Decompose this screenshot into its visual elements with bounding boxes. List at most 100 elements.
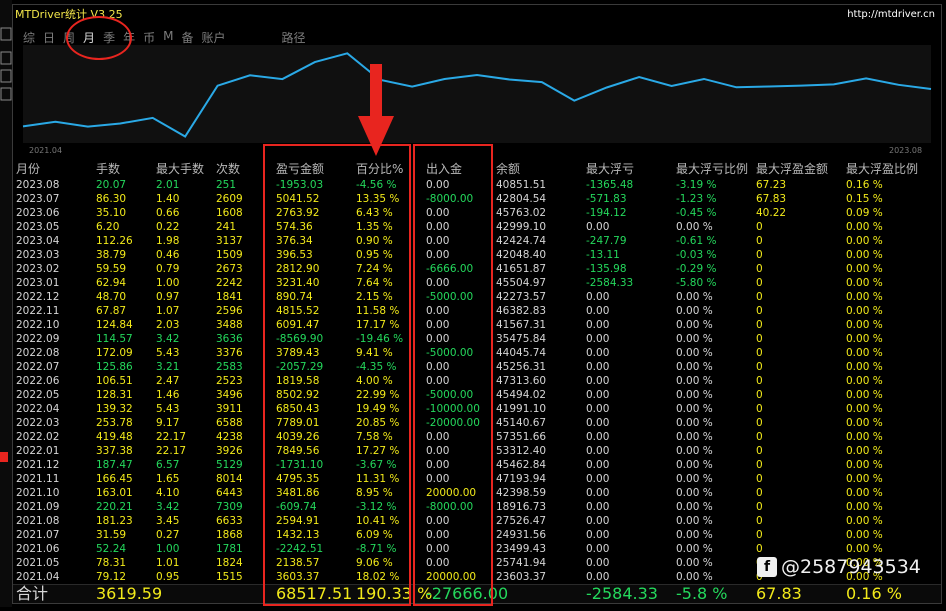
cell-0: 2022.07 (16, 361, 60, 373)
total-cell-10: 67.83 (756, 584, 802, 603)
cell-9: -0.45 % (676, 207, 717, 219)
cell-7: 42398.59 (496, 487, 547, 499)
cell-3: 2673 (216, 263, 243, 275)
cell-2: 1.01 (156, 557, 180, 569)
cell-3: 2583 (216, 361, 243, 373)
cell-9: 0.00 % (676, 571, 713, 583)
cell-10: 0 (756, 487, 763, 499)
cell-11: 0.00 % (846, 277, 883, 289)
cell-0: 2021.09 (16, 501, 60, 513)
cell-11: 0.00 % (846, 529, 883, 541)
cell-10: 0 (756, 501, 763, 513)
cell-0: 2022.03 (16, 417, 60, 429)
cell-1: 112.26 (96, 235, 133, 247)
cell-10: 0 (756, 263, 763, 275)
cell-1: 172.09 (96, 347, 133, 359)
header-col-0[interactable]: 月份 (16, 161, 40, 178)
cell-10: 0 (756, 305, 763, 317)
cell-2: 5.43 (156, 347, 180, 359)
cell-1: 79.12 (96, 571, 127, 583)
cell-8: 0.00 (586, 361, 610, 373)
cell-1: 62.94 (96, 277, 127, 289)
cell-3: 2609 (216, 193, 243, 205)
cell-9: 0.00 % (676, 557, 713, 569)
cell-11: 0.00 % (846, 473, 883, 485)
cell-0: 2023.06 (16, 207, 60, 219)
cell-9: 0.00 % (676, 319, 713, 331)
cell-1: 67.87 (96, 305, 127, 317)
cell-8: 0.00 (586, 571, 610, 583)
cell-8: 0.00 (586, 431, 610, 443)
cell-8: 0.00 (586, 445, 610, 457)
cell-0: 2023.02 (16, 263, 60, 275)
header-col-11[interactable]: 最大浮盈比例 (846, 161, 918, 178)
cell-3: 2523 (216, 375, 243, 387)
cell-1: 106.51 (96, 375, 133, 387)
cell-7: 45256.31 (496, 361, 547, 373)
cell-0: 2022.08 (16, 347, 60, 359)
header-col-7[interactable]: 余额 (496, 161, 520, 178)
cell-10: 40.22 (756, 207, 787, 219)
cell-10: 0 (756, 291, 763, 303)
cell-7: 41567.31 (496, 319, 547, 331)
total-cell-1: 3619.59 (96, 584, 163, 603)
header-col-1[interactable]: 手数 (96, 161, 120, 178)
cell-0: 2021.07 (16, 529, 60, 541)
cell-0: 2022.10 (16, 319, 60, 331)
cell-11: 0.00 % (846, 235, 883, 247)
cell-7: 47193.94 (496, 473, 547, 485)
cell-0: 2022.05 (16, 389, 60, 401)
cell-11: 0.00 % (846, 403, 883, 415)
cell-9: -5.80 % (676, 277, 717, 289)
cell-7: 46382.83 (496, 305, 547, 317)
cell-8: 0.00 (586, 417, 610, 429)
cell-9: 0.00 % (676, 417, 713, 429)
header-col-3[interactable]: 次数 (216, 161, 240, 178)
cell-10: 0 (756, 347, 763, 359)
cell-8: 0.00 (586, 515, 610, 527)
header-col-10[interactable]: 最大浮盈金额 (756, 161, 828, 178)
cell-0: 2022.12 (16, 291, 60, 303)
cell-1: 52.24 (96, 543, 127, 555)
chart-plot-area (23, 45, 931, 143)
title-bar: MTDriver统计 V3.25 http://mtdriver.cn (13, 5, 941, 23)
cell-11: 0.00 % (846, 291, 883, 303)
cell-1: 31.59 (96, 529, 127, 541)
cell-10: 0 (756, 361, 763, 373)
cell-9: 0.00 % (676, 529, 713, 541)
cell-7: 45504.97 (496, 277, 547, 289)
cell-10: 67.23 (756, 179, 787, 191)
cell-10: 0 (756, 249, 763, 261)
site-link[interactable]: http://mtdriver.cn (847, 9, 941, 20)
cell-3: 8014 (216, 473, 243, 485)
cell-1: 337.38 (96, 445, 133, 457)
cell-3: 1509 (216, 249, 243, 261)
cell-7: 18916.73 (496, 501, 547, 513)
cell-9: 0.00 % (676, 375, 713, 387)
cell-2: 22.17 (156, 431, 187, 443)
cell-7: 45494.02 (496, 389, 547, 401)
cell-0: 2022.06 (16, 375, 60, 387)
cell-1: 86.30 (96, 193, 127, 205)
header-col-2[interactable]: 最大手数 (156, 161, 204, 178)
cell-3: 3911 (216, 403, 243, 415)
total-cell-0: 合计 (16, 584, 49, 603)
cell-2: 9.17 (156, 417, 180, 429)
cell-2: 1.65 (156, 473, 180, 485)
cell-9: 0.00 % (676, 473, 713, 485)
cell-9: 0.00 % (676, 389, 713, 401)
cell-3: 1781 (216, 543, 243, 555)
header-col-8[interactable]: 最大浮亏 (586, 161, 634, 178)
cell-2: 2.03 (156, 319, 180, 331)
cell-2: 0.97 (156, 291, 180, 303)
balance-chart: 2021.04 2023.08 (22, 45, 932, 155)
cell-1: 128.31 (96, 389, 133, 401)
cell-1: 253.78 (96, 417, 133, 429)
header-col-9[interactable]: 最大浮亏比例 (676, 161, 748, 178)
cell-0: 2022.09 (16, 333, 60, 345)
cell-8: 0.00 (586, 389, 610, 401)
cell-10: 0 (756, 473, 763, 485)
cell-7: 42804.54 (496, 193, 547, 205)
cell-7: 57351.66 (496, 431, 547, 443)
cell-1: 114.57 (96, 333, 133, 345)
